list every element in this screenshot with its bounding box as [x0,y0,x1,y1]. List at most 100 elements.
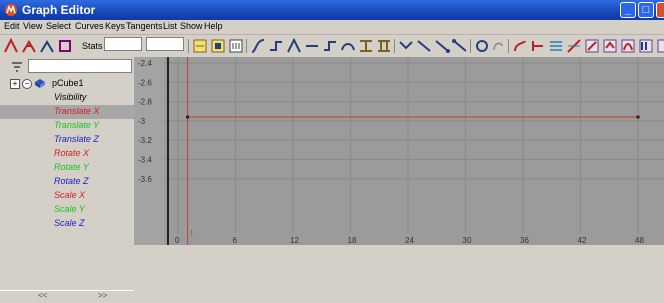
toolbar-separator [508,39,509,53]
channel-label: Visibility [54,92,87,102]
scroll-right-button[interactable]: >> [98,291,107,300]
free-tangent-weight-icon[interactable] [434,38,450,54]
channel-label: Translate Y [54,120,100,130]
add-key-icon[interactable] [39,38,55,54]
outliner-list: + − pCube1 Visibility Translate X Translat… [0,77,134,229]
keyframe-point [186,115,190,119]
graph-view[interactable]: -2.4 -2.6 -2.8 -3 -3.2 -3.4 -3.6 0 6 12 18 24 30 36 42… [134,57,664,245]
transform-node-icon [35,79,45,88]
current-time-label: 1 [190,230,194,237]
channel-box-icon[interactable] [638,38,654,54]
outliner-channel-translate-z[interactable]: Translate Z [0,133,134,147]
dopesheet-icon[interactable] [584,38,600,54]
x-tick-label: 18 [348,236,357,245]
menu-edit[interactable]: Edit [4,21,20,31]
menu-select[interactable]: Select [46,21,71,31]
outliner-scrollbar[interactable]: << >> [0,290,134,303]
y-tick-label: -3.2 [138,136,152,145]
unify-tangents-icon[interactable] [416,38,432,54]
outliner-channel-visibility[interactable]: Visibility [0,91,134,105]
clamped-tangent-icon[interactable] [268,38,284,54]
menu-list[interactable]: List [163,21,177,31]
menu-show[interactable]: Show [180,21,203,31]
channel-label: Translate X [54,106,100,116]
stats-time-field[interactable] [104,37,142,51]
buffer-curve-icon[interactable] [358,38,374,54]
expand-icon[interactable]: + [10,79,20,89]
menu-help[interactable]: Help [204,21,223,31]
lattice-deform-icon[interactable] [57,38,73,54]
close-button[interactable] [656,2,664,18]
outliner-channel-rotate-x[interactable]: Rotate X [0,147,134,161]
plateau-tangent-icon[interactable] [340,38,356,54]
frame-all-icon[interactable] [192,38,208,54]
trax-editor-icon[interactable] [602,38,618,54]
swap-buffer-icon[interactable] [376,38,392,54]
menu-keys[interactable]: Keys [105,21,125,31]
move-key-icon[interactable] [3,38,19,54]
insert-key-icon[interactable] [21,38,37,54]
graph-outliner: + − pCube1 Visibility Translate X Translat… [0,57,134,303]
outliner-channel-translate-y[interactable]: Translate Y [0,119,134,133]
channel-label: Rotate Y [54,162,89,172]
frame-selection-icon[interactable] [210,38,226,54]
channel-label: Translate Z [54,134,99,144]
x-tick-label: 48 [635,236,644,245]
value-snap-icon[interactable] [530,38,546,54]
y-tick-label: -2.6 [138,78,152,87]
toolbar-separator [470,39,471,53]
outliner-node-label: pCube1 [52,78,84,88]
lock-tangent-weight-icon[interactable] [452,38,468,54]
frame-playback-icon[interactable] [228,38,244,54]
outliner-channel-rotate-z[interactable]: Rotate Z [0,175,134,189]
collapse-icon[interactable]: − [22,79,32,89]
spline-tangent-icon[interactable] [250,38,266,54]
y-tick-label: -3 [138,117,146,126]
x-tick-label: 24 [405,236,414,245]
cycle-offset-icon[interactable] [490,38,506,54]
y-tick-label: -2.8 [138,98,152,107]
x-tick-label: 42 [578,236,587,245]
time-editor-icon[interactable] [620,38,636,54]
flat-tangent-icon[interactable] [304,38,320,54]
outliner-filter-icon[interactable] [10,60,24,74]
outliner-filter-input[interactable] [28,59,132,73]
stepped-tangent-icon[interactable] [322,38,338,54]
key-time-snap-icon[interactable] [512,38,528,54]
maximize-button[interactable]: □ [638,2,654,18]
graph-canvas[interactable]: -2.4 -2.6 -2.8 -3 -3.2 -3.4 -3.6 0 6 12 18 24 30 36 42… [134,57,664,245]
outliner-channel-scale-x[interactable]: Scale X [0,189,134,203]
outliner-channel-scale-z[interactable]: Scale Z [0,217,134,231]
channel-label: Scale Z [54,218,85,228]
break-tangents-icon[interactable] [398,38,414,54]
graph-editor-layout-icon[interactable] [656,38,664,54]
minimize-button[interactable]: _ [620,2,636,18]
isolate-curve-icon[interactable] [548,38,564,54]
menu-view[interactable]: View [23,21,42,31]
title-bar: Graph Editor _ □ [0,0,664,20]
x-tick-label: 36 [520,236,529,245]
toolbar-separator [394,39,395,53]
x-tick-label: 6 [233,236,238,245]
x-tick-label: 12 [290,236,299,245]
outliner-channel-translate-x[interactable]: Translate X [0,105,134,119]
normalize-curve-icon[interactable] [566,38,582,54]
toolbar-separator [188,39,189,53]
channel-label: Rotate Z [54,176,89,186]
outliner-channel-scale-y[interactable]: Scale Y [0,203,134,217]
menu-tangents[interactable]: Tangents [126,21,163,31]
menu-curves[interactable]: Curves [75,21,104,31]
toolbar-separator [246,39,247,53]
cycle-icon[interactable] [474,38,490,54]
outliner-node-pcube1[interactable]: + − pCube1 [0,77,134,91]
channel-label: Scale X [54,190,86,200]
maya-icon [5,4,17,16]
stats-label: Stats [82,41,103,51]
window-title: Graph Editor [22,3,96,17]
linear-tangent-icon[interactable] [286,38,302,54]
outliner-channel-rotate-y[interactable]: Rotate Y [0,161,134,175]
channel-label: Rotate X [54,148,90,158]
x-tick-label: 30 [463,236,472,245]
scroll-left-button[interactable]: << [38,291,47,300]
stats-value-field[interactable] [146,37,184,51]
